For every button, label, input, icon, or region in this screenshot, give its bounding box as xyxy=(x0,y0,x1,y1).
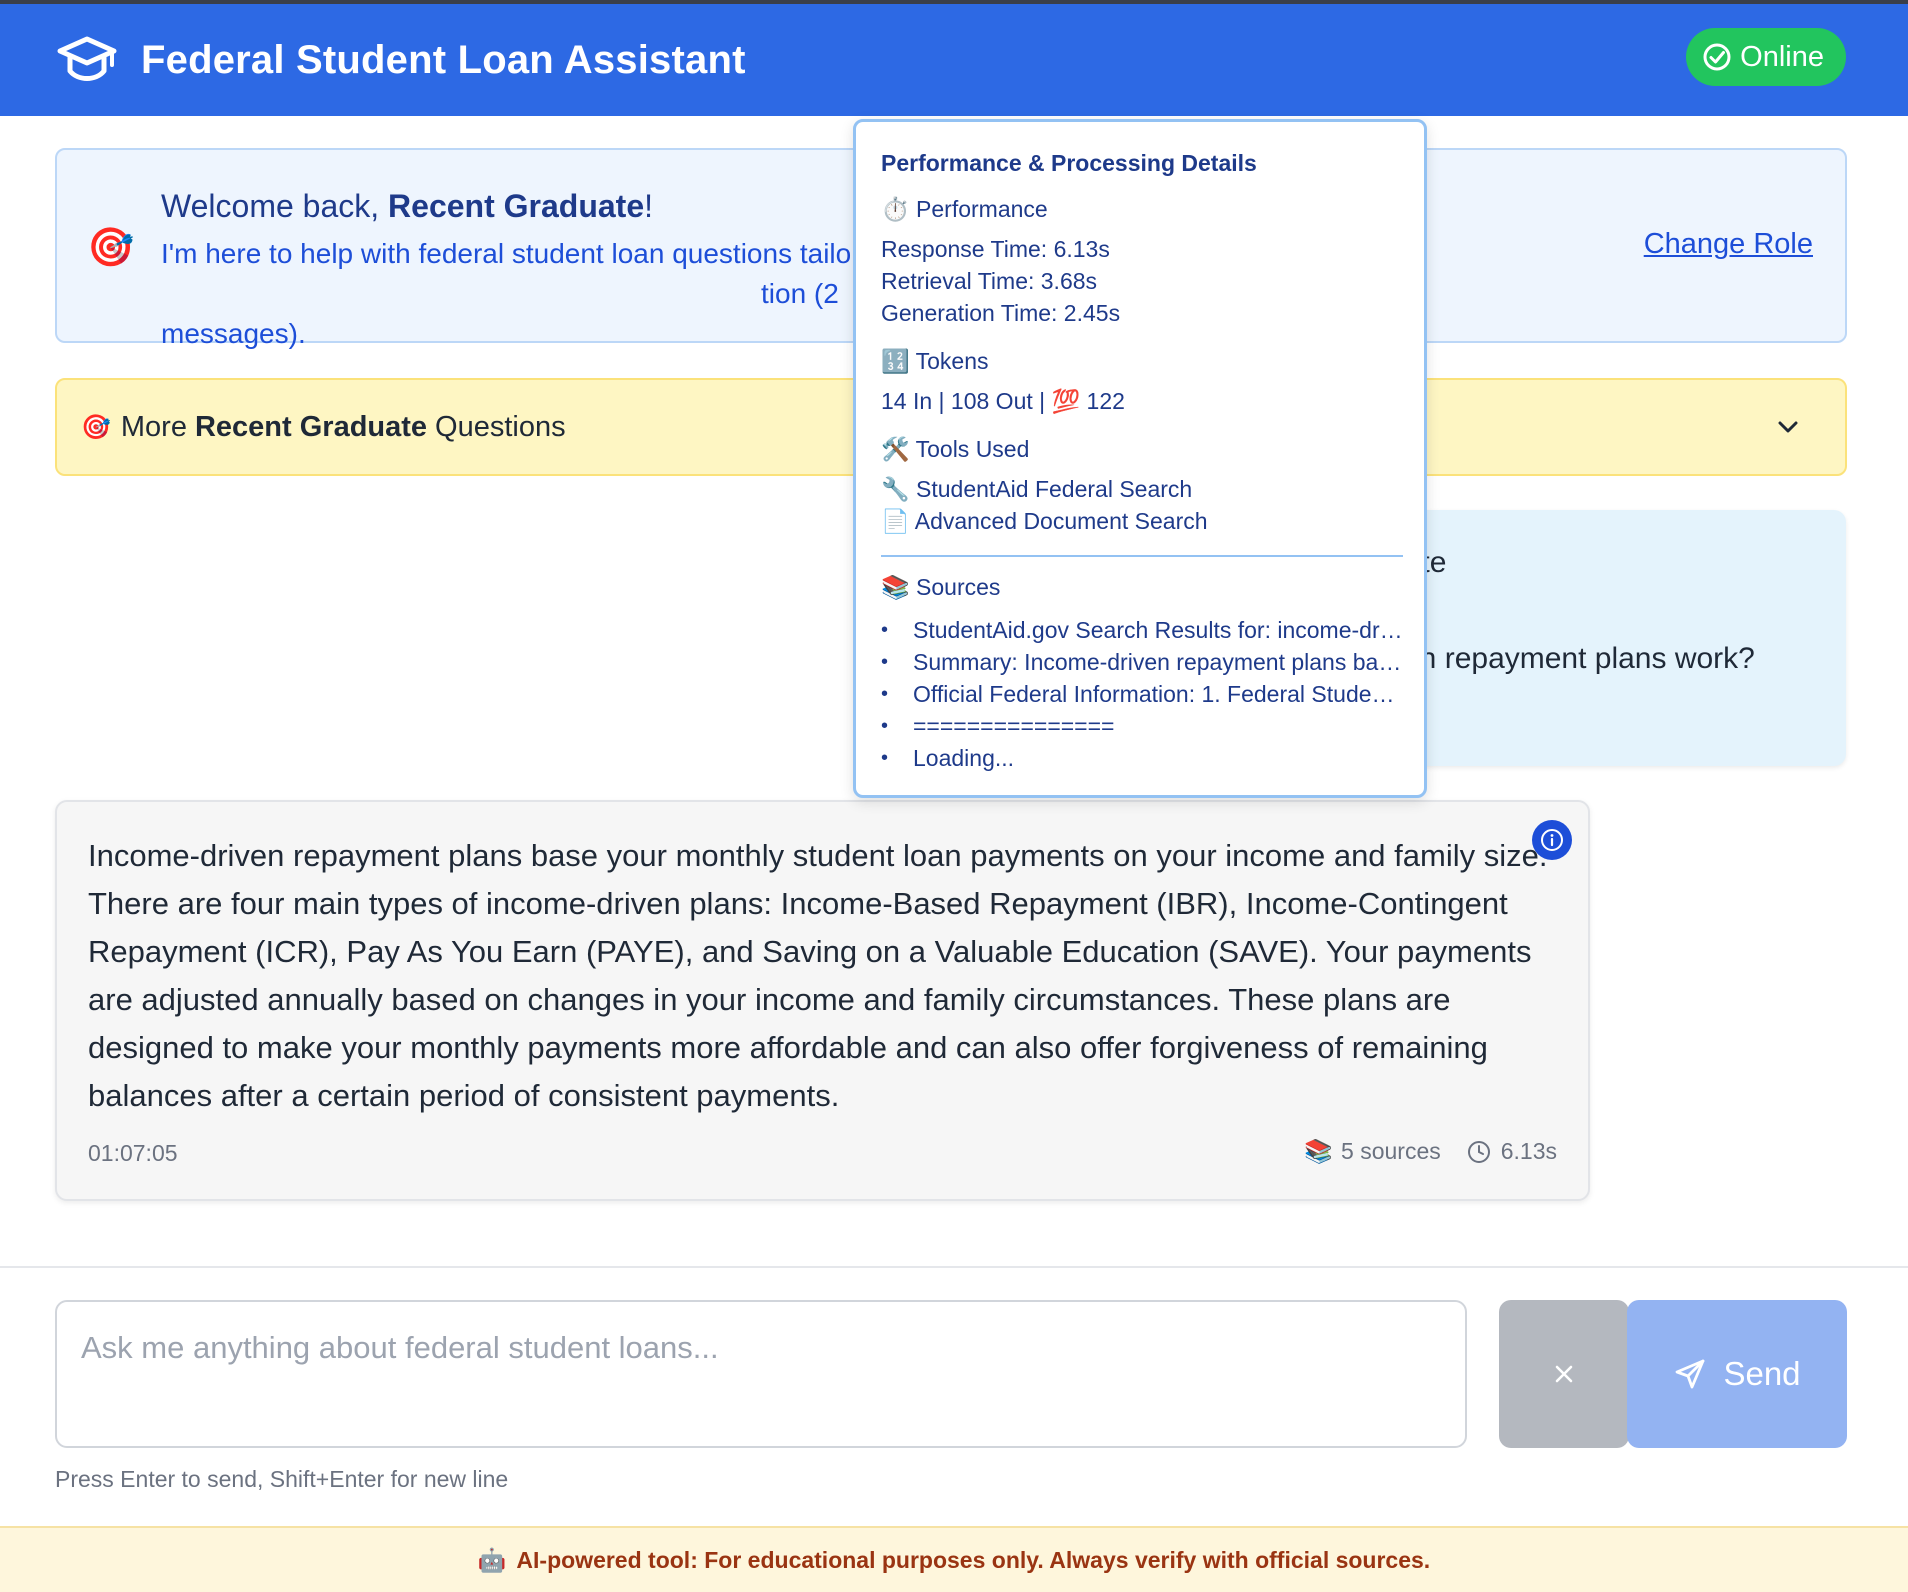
desc-line2: messages). xyxy=(161,318,306,349)
clear-button[interactable] xyxy=(1499,1300,1629,1448)
clock-icon xyxy=(1467,1140,1490,1163)
robot-icon: 🤖 xyxy=(477,1546,507,1573)
app-title: Federal Student Loan Assistant xyxy=(141,37,746,82)
message-timestamp: 01:07:05 xyxy=(88,1140,178,1166)
send-label: Send xyxy=(1723,1355,1801,1392)
disclaimer-footer: 🤖 AI-powered tool: For educational purpo… xyxy=(0,1526,1908,1592)
send-icon xyxy=(1676,1359,1705,1389)
details-divider xyxy=(881,555,1403,557)
desc-right: tion (2 xyxy=(761,278,839,309)
more-questions-suffix: Questions xyxy=(435,410,566,443)
welcome-greeting: Welcome back, Recent Graduate! xyxy=(161,188,653,225)
sources-header: 📚 Sources xyxy=(881,574,1001,600)
send-button[interactable]: Send xyxy=(1627,1300,1847,1448)
online-status-badge: Online xyxy=(1686,28,1846,86)
sources-list: StudentAid.gov Search Results for: incom… xyxy=(881,614,1406,774)
books-icon: 📚 xyxy=(1304,1138,1334,1164)
composer-hint: Press Enter to send, Shift+Enter for new… xyxy=(55,1466,509,1492)
sources-count: 📚 5 sources xyxy=(1304,1138,1440,1165)
performance-details-tooltip: Performance & Processing Details ⏱️ Perf… xyxy=(853,119,1427,798)
close-icon xyxy=(1555,1365,1573,1383)
greeting-prefix: Welcome back, xyxy=(161,188,389,224)
chat-input[interactable] xyxy=(55,1300,1467,1448)
tools-header: 🛠️ Tools Used xyxy=(881,436,1030,462)
source-item: =============== xyxy=(881,710,1406,742)
app-header: Federal Student Loan Assistant Online xyxy=(0,4,1908,116)
generation-time: Generation Time: 2.45s xyxy=(881,300,1121,326)
tool-item: 📄 Advanced Document Search xyxy=(881,508,1208,534)
target-icon: 🎯 xyxy=(81,413,111,441)
greeting-suffix: ! xyxy=(644,188,654,224)
check-circle-icon xyxy=(1703,43,1731,71)
source-item: Official Federal Information: 1. Federal… xyxy=(881,678,1406,710)
desc-left: I'm here to help with federal student lo… xyxy=(161,238,852,269)
target-icon: 🎯 xyxy=(87,227,135,269)
tokens-line: 14 In | 108 Out | 💯 122 xyxy=(881,388,1125,414)
user-message: uate ven repayment plans work? xyxy=(1380,510,1846,766)
response-time: Response Time: 6.13s xyxy=(881,236,1110,262)
more-questions-prefix: More xyxy=(120,410,187,443)
source-item: Summary: Income-driven repayment plans b… xyxy=(881,646,1406,678)
sources-label: 5 sources xyxy=(1341,1138,1441,1164)
tool-item: 🔧 StudentAid Federal Search xyxy=(881,476,1193,502)
retrieval-time: Retrieval Time: 3.68s xyxy=(881,268,1098,294)
source-item: StudentAid.gov Search Results for: incom… xyxy=(881,614,1406,646)
details-info-button[interactable] xyxy=(1532,820,1572,860)
source-item: Loading... xyxy=(881,742,1406,774)
more-questions-role: Recent Graduate xyxy=(194,410,428,443)
message-meta: 📚 5 sources 6.13s xyxy=(1304,1138,1557,1165)
change-role-link[interactable]: Change Role xyxy=(1644,228,1813,261)
graduation-cap-icon xyxy=(55,32,119,88)
tokens-header: 🔢 Tokens xyxy=(881,348,989,374)
user-role: Recent Graduate xyxy=(388,188,645,224)
chevron-down-icon[interactable] xyxy=(1775,414,1801,440)
status-label: Online xyxy=(1740,40,1824,73)
performance-header: ⏱️ Performance xyxy=(881,196,1048,222)
response-duration: 6.13s xyxy=(1500,1138,1557,1164)
info-icon xyxy=(1541,829,1563,851)
assistant-message-text: Income-driven repayment plans base your … xyxy=(88,838,1548,1113)
disclaimer-text: AI-powered tool: For educational purpose… xyxy=(516,1546,1431,1573)
details-title: Performance & Processing Details xyxy=(881,150,1257,176)
assistant-message: Income-driven repayment plans base your … xyxy=(55,800,1590,1201)
user-message-question: ven repayment plans work? xyxy=(1388,642,1755,675)
